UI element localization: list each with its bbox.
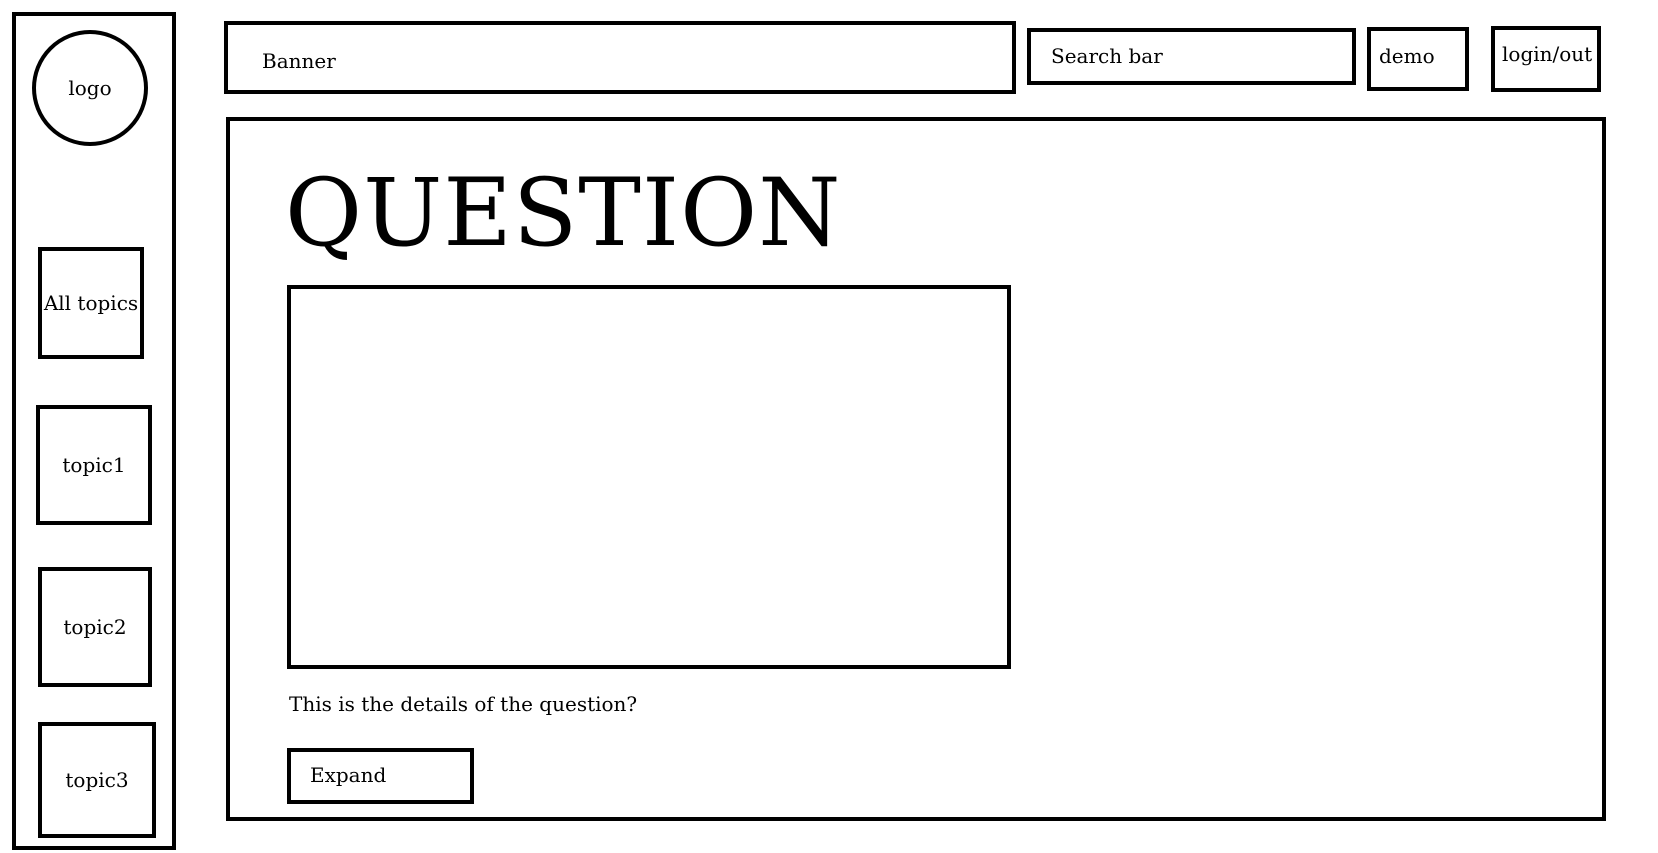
question-details: This is the details of the question?	[289, 692, 638, 716]
sidebar-item-label: topic1	[62, 453, 126, 477]
demo-label: demo	[1379, 44, 1435, 68]
question-title: QUESTION	[285, 159, 842, 268]
expand-button[interactable]: Expand	[287, 748, 474, 804]
logo[interactable]: logo	[32, 30, 148, 146]
sidebar-item-all-topics[interactable]: All topics	[38, 247, 144, 359]
question-media-placeholder	[287, 285, 1011, 669]
search-placeholder: Search bar	[1051, 44, 1163, 68]
login-label: login/out	[1502, 42, 1593, 66]
sidebar-item-label: topic2	[63, 615, 127, 639]
sidebar-item-label: All topics	[43, 291, 139, 315]
demo-button[interactable]: demo	[1367, 27, 1469, 91]
sidebar-item-topic2[interactable]: topic2	[38, 567, 152, 687]
login-logout-button[interactable]: login/out	[1491, 26, 1601, 92]
expand-label: Expand	[310, 763, 387, 787]
sidebar-item-label: topic3	[65, 768, 129, 792]
sidebar-item-topic3[interactable]: topic3	[38, 722, 156, 838]
logo-label: logo	[68, 76, 112, 100]
search-input[interactable]: Search bar	[1027, 28, 1356, 85]
banner-label: Banner	[262, 49, 336, 73]
banner: Banner	[224, 21, 1016, 94]
sidebar-item-topic1[interactable]: topic1	[36, 405, 152, 525]
